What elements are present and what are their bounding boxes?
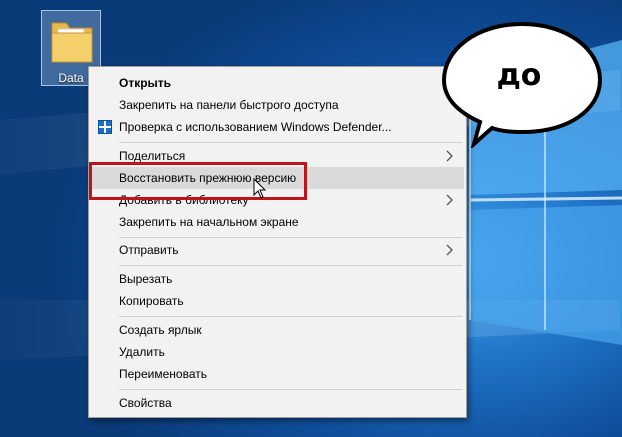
- menu-separator: [119, 265, 462, 266]
- menu-separator: [119, 316, 462, 317]
- mouse-cursor-icon: [253, 178, 267, 199]
- menu-item-label: Создать ярлык: [119, 323, 202, 337]
- menu-item-label: Закрепить на начальном экране: [119, 215, 299, 229]
- menu-item-label: Удалить: [119, 345, 165, 359]
- menu-item-rename[interactable]: Переименовать: [91, 363, 464, 385]
- menu-item-open[interactable]: Открыть: [91, 72, 464, 94]
- menu-item-label: Отправить: [119, 243, 179, 257]
- menu-item-cut[interactable]: Вырезать: [91, 268, 464, 290]
- menu-separator: [119, 142, 462, 143]
- menu-item-label: Открыть: [119, 76, 172, 90]
- folder-icon: [51, 22, 93, 63]
- chevron-right-icon: [446, 244, 453, 256]
- menu-item-label: Свойства: [119, 396, 172, 410]
- menu-item-properties[interactable]: Свойства: [91, 392, 464, 414]
- menu-separator: [119, 389, 462, 390]
- menu-separator: [119, 237, 462, 238]
- menu-item-defender-scan[interactable]: Проверка с использованием Windows Defend…: [91, 116, 464, 138]
- annotation-highlight-box: [89, 162, 307, 200]
- menu-item-label: Копировать: [119, 294, 184, 308]
- menu-item-label: Поделиться: [119, 149, 186, 163]
- menu-item-create-shortcut[interactable]: Создать ярлык: [91, 319, 464, 341]
- menu-item-label: Проверка с использованием Windows Defend…: [119, 120, 392, 134]
- menu-item-label: Вырезать: [119, 272, 173, 286]
- menu-item-label: Переименовать: [119, 367, 207, 381]
- chevron-right-icon: [446, 194, 453, 206]
- menu-item-pin-start[interactable]: Закрепить на начальном экране: [91, 211, 464, 233]
- menu-item-pin-quick-access[interactable]: Закрепить на панели быстрого доступа: [91, 94, 464, 116]
- bubble-text: до: [496, 58, 542, 93]
- context-menu: Открыть Закрепить на панели быстрого дос…: [88, 66, 467, 418]
- windows-defender-icon: [98, 120, 112, 134]
- menu-item-label: Закрепить на панели быстрого доступа: [119, 98, 339, 112]
- menu-item-copy[interactable]: Копировать: [91, 290, 464, 312]
- menu-item-delete[interactable]: Удалить: [91, 341, 464, 363]
- menu-item-send-to[interactable]: Отправить: [91, 239, 464, 261]
- chevron-right-icon: [446, 150, 453, 162]
